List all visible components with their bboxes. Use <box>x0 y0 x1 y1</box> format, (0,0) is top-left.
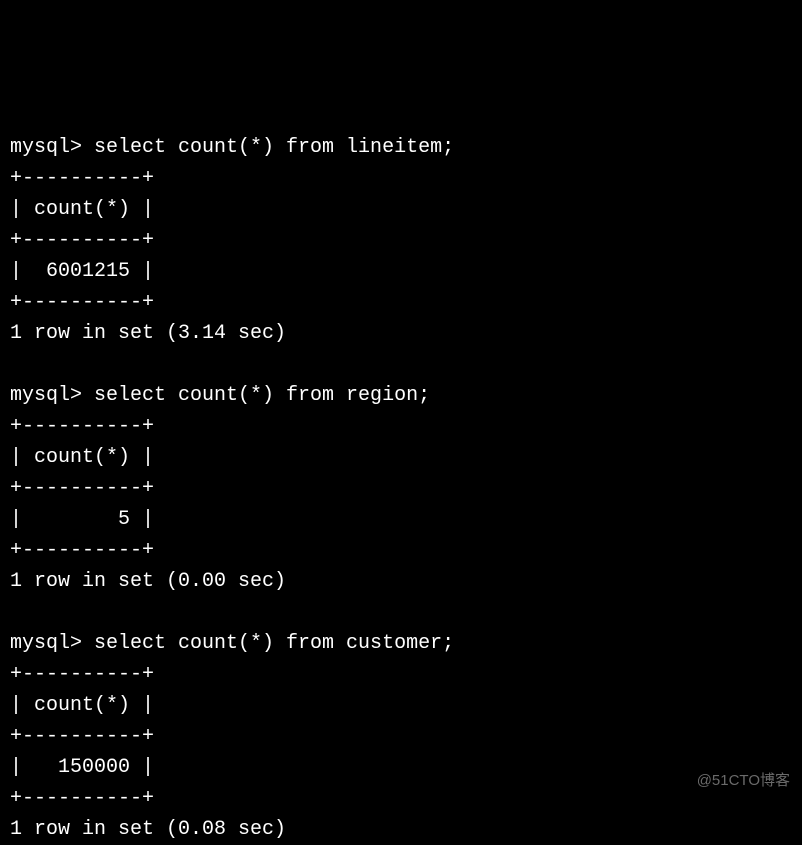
table-header: | count(*) | <box>10 446 154 469</box>
sql-query: select count(*) from region; <box>94 384 430 407</box>
query-summary: 1 row in set (0.08 sec) <box>10 818 286 841</box>
table-border: +----------+ <box>10 291 154 314</box>
table-border: +----------+ <box>10 725 154 748</box>
table-border: +----------+ <box>10 663 154 686</box>
table-border: +----------+ <box>10 539 154 562</box>
mysql-prompt: mysql> <box>10 632 94 655</box>
table-row: | 150000 | <box>10 756 154 779</box>
table-border: +----------+ <box>10 167 154 190</box>
table-row: | 5 | <box>10 508 154 531</box>
table-border: +----------+ <box>10 229 154 252</box>
query-summary: 1 row in set (3.14 sec) <box>10 322 286 345</box>
table-row: | 6001215 | <box>10 260 154 283</box>
table-border: +----------+ <box>10 415 154 438</box>
table-header: | count(*) | <box>10 694 154 717</box>
table-header: | count(*) | <box>10 198 154 221</box>
table-border: +----------+ <box>10 787 154 810</box>
mysql-prompt: mysql> <box>10 136 94 159</box>
query-summary: 1 row in set (0.00 sec) <box>10 570 286 593</box>
sql-query: select count(*) from customer; <box>94 632 454 655</box>
sql-query: select count(*) from lineitem; <box>94 136 454 159</box>
table-border: +----------+ <box>10 477 154 500</box>
watermark-text: @51CTO博客 <box>697 769 790 792</box>
mysql-prompt: mysql> <box>10 384 94 407</box>
